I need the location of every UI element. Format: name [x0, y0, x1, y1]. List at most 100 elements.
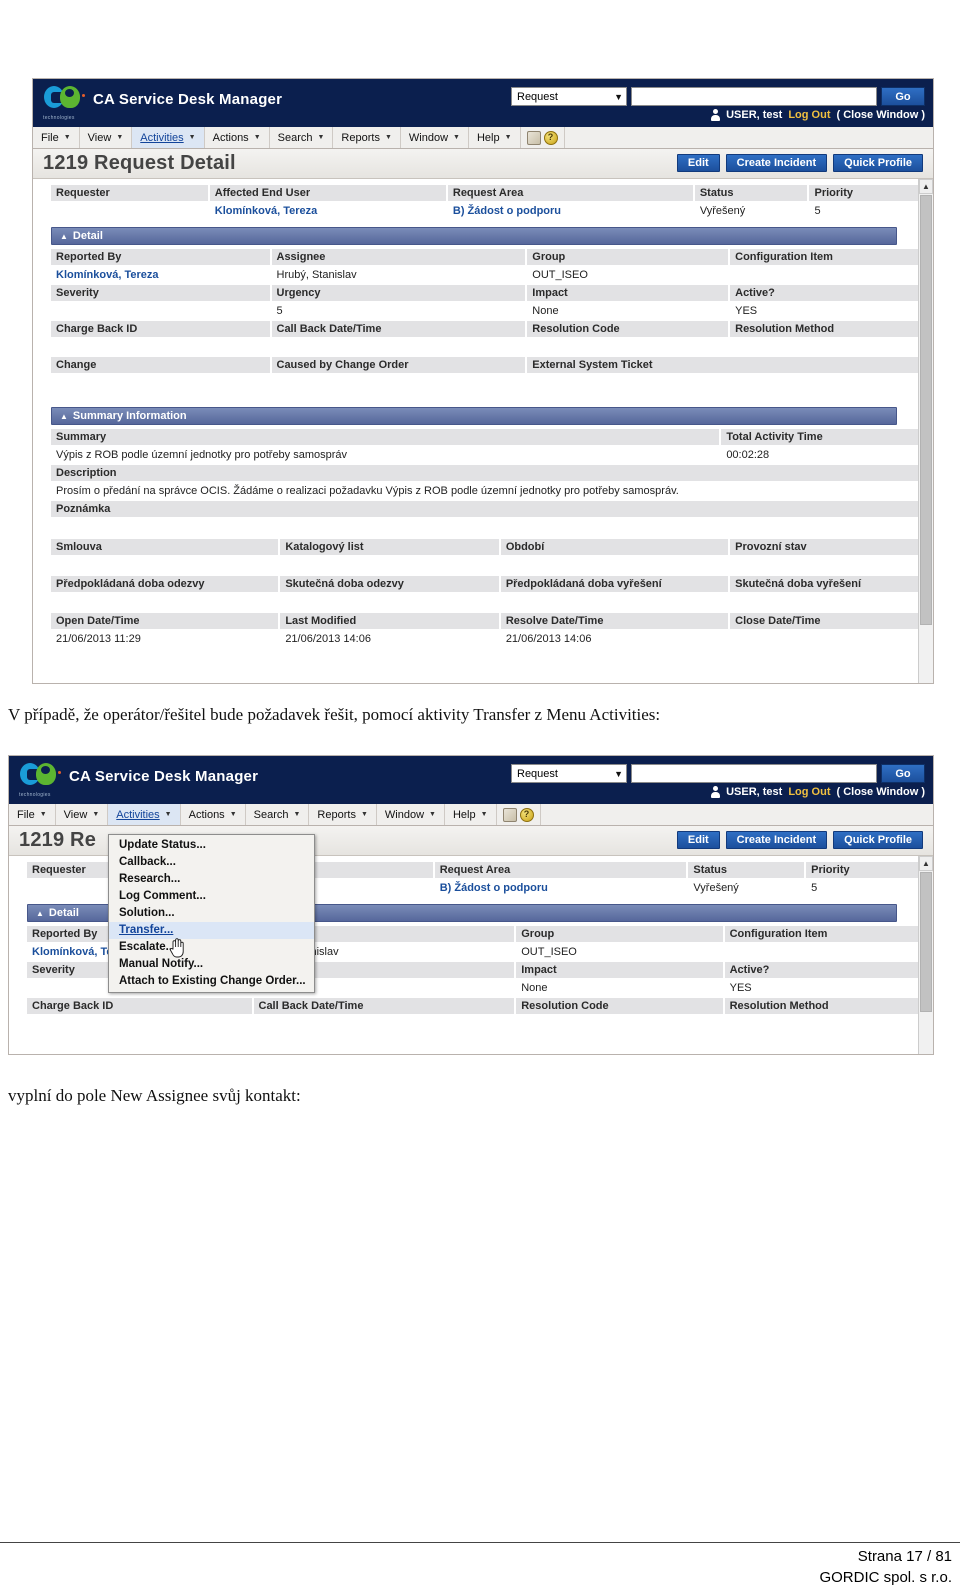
menu-item-research[interactable]: Research... — [109, 871, 314, 888]
help-bulb-icon[interactable]: ? — [519, 807, 534, 822]
value-affected-end-user[interactable]: Klomínková, Tereza — [209, 201, 448, 221]
scrollbar-thumb[interactable] — [920, 195, 932, 625]
menu-window[interactable]: Window ▼ — [377, 804, 445, 825]
search-input[interactable] — [631, 764, 877, 783]
label-call-back-date-time: Call Back Date/Time — [253, 998, 517, 1014]
page-title-partial: 1219 Re — [19, 829, 97, 851]
label-skutecna-doba-vyreseni: Skutečná doba vyřešení — [730, 576, 933, 592]
section-summary-label: Summary Information — [72, 410, 187, 422]
help-bulb-icon[interactable]: ? — [543, 130, 558, 145]
user-bar-2: USER, test Log Out ( Close Window ) — [711, 786, 925, 798]
menu-view[interactable]: View ▼ — [80, 127, 133, 148]
menu-item-manual-notify[interactable]: Manual Notify... — [109, 956, 314, 973]
label-resolve-date-time: Resolve Date/Time — [500, 613, 731, 629]
label-status: Status — [688, 862, 807, 878]
menu-item-attach-to-existing-change-order[interactable]: Attach to Existing Change Order... — [109, 973, 314, 990]
quick-profile-button[interactable]: Quick Profile — [833, 831, 923, 849]
edit-button[interactable]: Edit — [676, 831, 720, 849]
section-summary-header[interactable]: ▲ Summary Information — [51, 407, 897, 425]
close-window-link[interactable]: ( Close Window ) — [836, 109, 925, 121]
knowledge-icon[interactable] — [526, 130, 541, 145]
value-charge-back-id — [51, 337, 272, 357]
top-label-row: Requester Affected End User Request Area… — [51, 185, 933, 201]
scroll-up-arrow-icon[interactable]: ▲ — [919, 856, 933, 871]
search-type-value: Request — [517, 90, 558, 103]
menu-reports[interactable]: Reports ▼ — [333, 127, 401, 148]
close-window-link[interactable]: ( Close Window ) — [836, 786, 925, 798]
menu-item-callback[interactable]: Callback... — [109, 854, 314, 871]
label-group: Group — [527, 249, 731, 265]
user-name: USER, test — [726, 786, 783, 798]
logout-link[interactable]: Log Out — [788, 786, 830, 798]
value-poznamka — [51, 517, 933, 537]
create-incident-button[interactable]: Create Incident — [725, 154, 828, 172]
menu-item-label: Update Status... — [119, 839, 206, 851]
menu-item-update-status[interactable]: Update Status... — [109, 837, 314, 854]
menu-item-solution[interactable]: Solution... — [109, 905, 314, 922]
edit-button[interactable]: Edit — [676, 154, 720, 172]
section-detail-header[interactable]: ▲ Detail — [51, 227, 897, 245]
detail-value-row-4 — [51, 373, 933, 393]
contract-label-row: Smlouva Katalogový list Období Provozní … — [51, 539, 933, 555]
label-configuration-item: Configuration Item — [724, 926, 933, 942]
menu-reports[interactable]: Reports ▼ — [309, 804, 377, 825]
search-go-button[interactable]: Go — [881, 764, 925, 783]
quick-profile-label: Quick Profile — [844, 834, 912, 846]
value-resolution-method — [730, 337, 933, 357]
search-type-select[interactable]: Request ▼ — [511, 87, 627, 106]
form-vertical-scrollbar[interactable]: ▲ — [918, 179, 933, 683]
value-impact: None — [516, 978, 725, 998]
knowledge-icon[interactable] — [502, 807, 517, 822]
detail-label-row-4: Change Caused by Change Order External S… — [51, 357, 933, 373]
menu-help[interactable]: Help ▼ — [445, 804, 497, 825]
menu-view[interactable]: View ▼ — [56, 804, 109, 825]
menu-item-transfer[interactable]: Transfer... — [109, 922, 314, 939]
value-request-area[interactable]: B) Žádost o podporu — [434, 878, 689, 898]
menu-item-label: Escalate... — [119, 941, 176, 953]
menu-item-escalate[interactable]: Escalate... — [109, 939, 314, 956]
logout-link[interactable]: Log Out — [788, 109, 830, 121]
menu-search[interactable]: Search ▼ — [270, 127, 334, 148]
menubar-2: File ▼ View ▼ Activities ▼ Actions ▼ Search ▼… — [9, 804, 933, 826]
search-input[interactable] — [631, 87, 877, 106]
value-reported-by[interactable]: Klomínková, Tereza — [51, 265, 272, 285]
menu-activities[interactable]: Activities ▼ — [108, 804, 181, 825]
chevron-down-icon: ▼ — [116, 134, 124, 141]
search-go-button[interactable]: Go — [881, 87, 925, 106]
value-predpokladana-doba-odezvy — [51, 592, 281, 612]
menu-file[interactable]: File ▼ — [33, 127, 80, 148]
menu-search[interactable]: Search ▼ — [246, 804, 310, 825]
description-label-row: Description — [51, 465, 933, 481]
menu-actions[interactable]: Actions ▼ — [181, 804, 246, 825]
quick-profile-button[interactable]: Quick Profile — [833, 154, 923, 172]
menu-activities[interactable]: Activities ▼ — [132, 127, 205, 148]
menu-window[interactable]: Window ▼ — [401, 127, 469, 148]
menu-item-log-comment[interactable]: Log Comment... — [109, 888, 314, 905]
global-search-2: Request ▼ Go — [511, 764, 925, 783]
scrollbar-thumb[interactable] — [920, 872, 932, 1012]
label-last-modified: Last Modified — [280, 613, 501, 629]
label-active: Active? — [730, 285, 933, 301]
chevron-down-icon: ▼ — [614, 768, 623, 779]
menu-item-label: Attach to Existing Change Order... — [119, 975, 306, 987]
value-external-system-ticket — [527, 373, 933, 393]
sla-label-row: Předpokládaná doba odezvy Skutečná doba … — [51, 576, 933, 592]
value-resolution-code — [527, 337, 731, 357]
label-active: Active? — [724, 962, 933, 978]
form-vertical-scrollbar-2[interactable]: ▲ — [918, 856, 933, 1054]
summary-value-row: Výpis z ROB podle územní jednotky pro po… — [51, 445, 933, 465]
search-type-select[interactable]: Request ▼ — [511, 764, 627, 783]
menu-item-label: Research... — [119, 873, 181, 885]
chevron-down-icon: ▼ — [293, 811, 301, 818]
menu-item-label: Manual Notify... — [119, 958, 204, 970]
menu-actions[interactable]: Actions ▼ — [205, 127, 270, 148]
value-request-area[interactable]: B) Žádost o podporu — [447, 201, 695, 221]
user-icon — [711, 786, 721, 798]
menubar-icons: ? — [521, 127, 565, 148]
menu-help[interactable]: Help ▼ — [469, 127, 521, 148]
create-incident-button[interactable]: Create Incident — [725, 831, 828, 849]
scroll-up-arrow-icon[interactable]: ▲ — [919, 179, 933, 194]
label-description: Description — [51, 465, 933, 481]
label-charge-back-id: Charge Back ID — [51, 321, 272, 337]
menu-file[interactable]: File ▼ — [9, 804, 56, 825]
